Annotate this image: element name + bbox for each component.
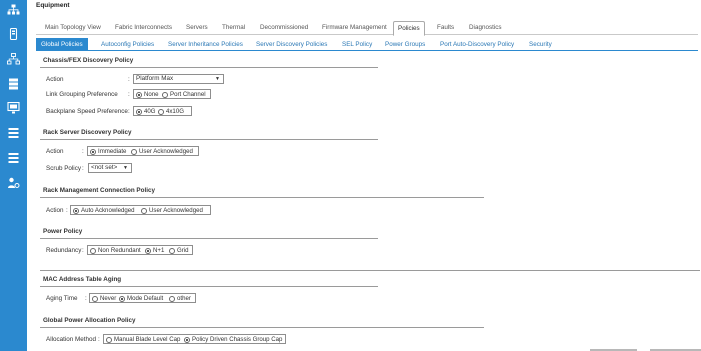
network-icon[interactable] [7, 4, 20, 16]
radio-n-plus-1[interactable]: N+1 [145, 247, 164, 254]
radio-policy-driven-chassis-group-cap[interactable]: Policy Driven Chassis Group Cap [184, 336, 282, 343]
list-icon[interactable] [7, 127, 20, 139]
backplane-speed-radio-group: 40G 4x10G [133, 106, 192, 116]
chevron-down-icon: ▼ [123, 165, 128, 171]
section-divider [40, 197, 484, 198]
topology-icon[interactable] [7, 53, 20, 65]
link-grouping-label: Link Grouping Preference [46, 91, 118, 98]
radio-immediate[interactable]: Immediate [90, 148, 126, 155]
section-divider [40, 327, 484, 328]
action-label: Action [46, 76, 64, 83]
admin-icon[interactable] [7, 177, 20, 189]
allocation-method-radio-group: Manual Blade Level Cap Policy Driven Cha… [103, 334, 286, 344]
scrub-policy-label: Scrub Policy [46, 165, 81, 172]
radio-user-acknowledged[interactable]: User Acknowledged [131, 148, 193, 155]
backplane-speed-label: Backplane Speed Preference [46, 108, 128, 115]
left-nav-sidebar [0, 0, 27, 351]
chassis-fex-section-title: Chassis/FEX Discovery Policy [43, 57, 134, 64]
section-divider [40, 270, 700, 271]
tab-sel-policy[interactable]: SEL Policy [342, 38, 372, 51]
tab-fabric-interconnects[interactable]: Fabric Interconnects [115, 21, 172, 35]
tab-power-groups[interactable]: Power Groups [385, 38, 425, 51]
power-policy-section-title: Power Policy [43, 228, 83, 235]
rack-mgmt-section-title: Rack Management Connection Policy [43, 187, 155, 194]
chassis-action-select[interactable]: Platform Max ▼ [133, 74, 224, 84]
main-tab-bar: Main Topology View Fabric Interconnects … [36, 21, 698, 36]
tab-policies[interactable]: Policies [393, 21, 425, 36]
radio-never[interactable]: Never [92, 295, 116, 302]
sub-tab-bar: Global Policies Autoconfig Policies Serv… [36, 38, 698, 51]
tab-faults[interactable]: Faults [437, 21, 454, 35]
redundancy-label: Redundancy [46, 247, 82, 254]
global-power-section-title: Global Power Allocation Policy [43, 317, 136, 324]
radio-none[interactable]: None [136, 91, 159, 98]
section-divider [40, 67, 378, 68]
tab-main-topology-view[interactable]: Main Topology View [45, 21, 101, 35]
radio-other[interactable]: other [169, 295, 191, 302]
tab-global-policies[interactable]: Global Policies [36, 38, 88, 51]
tab-port-auto-discovery-policy[interactable]: Port Auto-Discovery Policy [440, 38, 514, 51]
storage-icon[interactable] [7, 78, 20, 90]
action-label: Action [46, 148, 64, 155]
action-label: Action [46, 207, 64, 214]
aging-time-label: Aging Time [46, 295, 78, 302]
tab-server-discovery-policies[interactable]: Server Discovery Policies [256, 38, 327, 51]
tab-server-inheritance-policies[interactable]: Server Inheritance Policies [168, 38, 243, 51]
radio-mode-default[interactable]: Mode Default [119, 295, 163, 302]
tab-thermal[interactable]: Thermal [222, 21, 245, 35]
radio-user-acknowledged[interactable]: User Acknowledged [141, 207, 203, 214]
server-icon[interactable] [7, 28, 20, 40]
radio-non-redundant[interactable]: Non Redundant [90, 247, 141, 254]
radio-port-channel[interactable]: Port Channel [162, 91, 206, 98]
rack-server-action-radio-group: Immediate User Acknowledged [87, 146, 199, 156]
radio-40g[interactable]: 40G [136, 108, 156, 115]
allocation-method-label: Allocation Method [46, 336, 97, 343]
tab-autoconfig-policies[interactable]: Autoconfig Policies [101, 38, 154, 51]
radio-grid[interactable]: Grid [169, 247, 189, 254]
tab-firmware-management[interactable]: Firmware Management [322, 21, 387, 35]
link-grouping-radio-group: None Port Channel [133, 89, 211, 99]
section-divider [40, 139, 378, 140]
radio-manual-blade-level-cap[interactable]: Manual Blade Level Cap [106, 336, 180, 343]
radio-4x10g[interactable]: 4x10G [158, 108, 184, 115]
rack-server-section-title: Rack Server Discovery Policy [43, 129, 132, 136]
tab-security[interactable]: Security [529, 38, 552, 51]
monitor-icon[interactable] [7, 102, 20, 114]
list-icon[interactable] [7, 152, 20, 164]
chevron-down-icon: ▼ [215, 76, 220, 82]
section-divider [40, 286, 378, 287]
aging-time-radio-group: Never Mode Default other [89, 293, 196, 303]
scrub-policy-select[interactable]: <not set> ▼ [88, 163, 132, 173]
radio-auto-acknowledged[interactable]: Auto Acknowledged [73, 207, 135, 214]
page-title: Equipment [36, 2, 70, 9]
rack-mgmt-action-radio-group: Auto Acknowledged User Acknowledged [70, 205, 211, 215]
tab-servers[interactable]: Servers [186, 21, 208, 35]
tab-decommissioned[interactable]: Decommissioned [260, 21, 308, 35]
section-divider [40, 238, 378, 239]
mac-aging-section-title: MAC Address Table Aging [43, 276, 122, 283]
redundancy-radio-group: Non Redundant N+1 Grid [87, 245, 193, 255]
tab-diagnostics[interactable]: Diagnostics [469, 21, 502, 35]
